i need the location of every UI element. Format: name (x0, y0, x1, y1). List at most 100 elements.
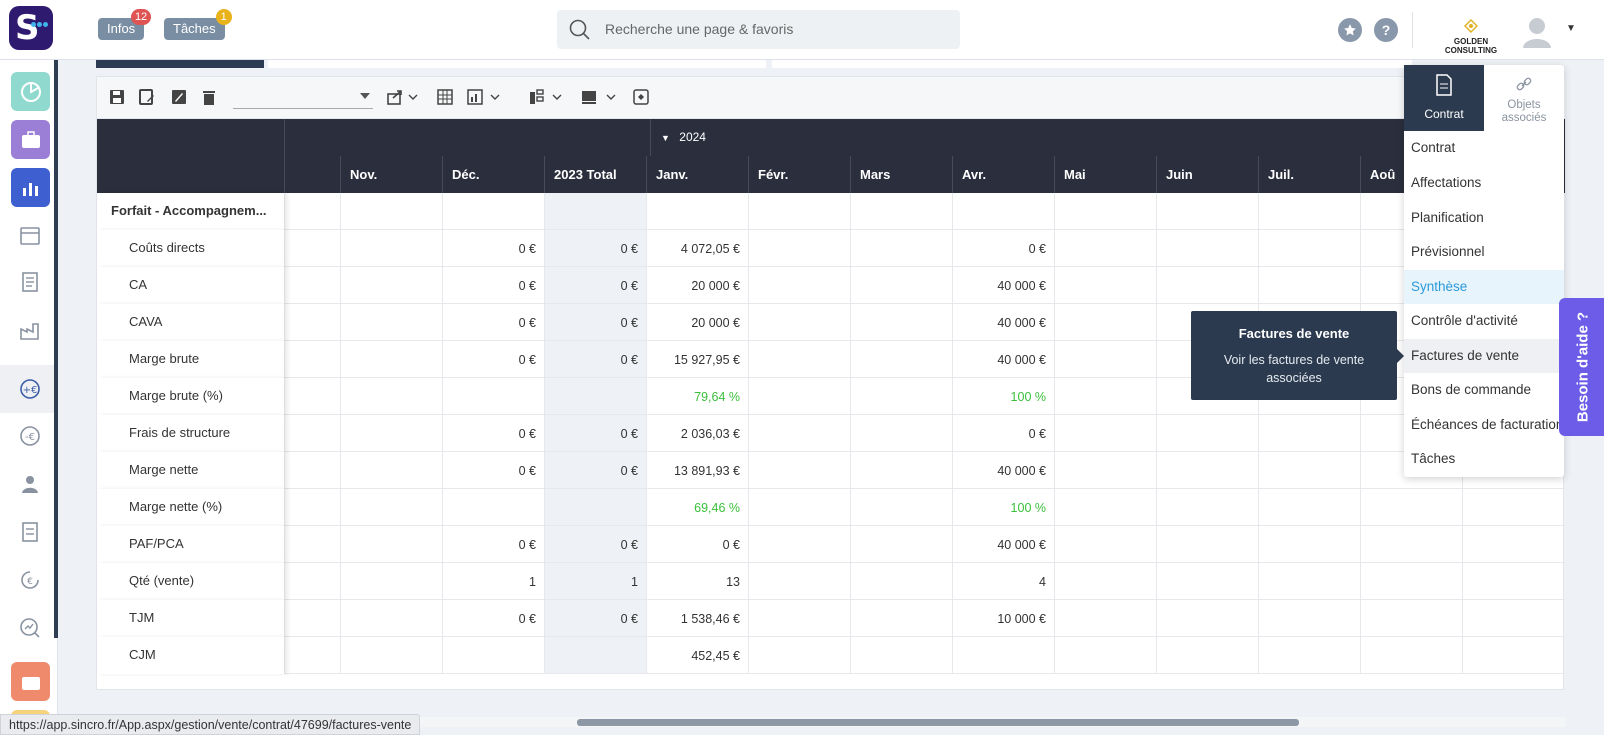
table-cell[interactable] (850, 230, 952, 267)
table-cell[interactable] (1156, 267, 1258, 304)
sidebar-item-stats[interactable] (11, 168, 50, 207)
infos-button[interactable]: Infos 12 (98, 9, 152, 40)
col-header[interactable]: Nov. (340, 156, 442, 193)
table-cell[interactable] (340, 341, 442, 378)
table-cell[interactable]: 0 € (442, 526, 544, 563)
table-cell[interactable] (850, 637, 952, 674)
chart-view-button[interactable] (467, 89, 501, 107)
table-cell[interactable] (340, 600, 442, 637)
table-cell[interactable] (1258, 415, 1360, 452)
table-cell[interactable] (748, 341, 850, 378)
col-header[interactable]: Mai (1054, 156, 1156, 193)
options-button[interactable] (633, 89, 649, 107)
search-input[interactable]: Recherche une page & favoris (557, 10, 960, 49)
table-cell[interactable] (340, 489, 442, 526)
table-cell[interactable]: 20 000 € (646, 304, 748, 341)
table-cell[interactable]: 1 (442, 563, 544, 600)
table-cell[interactable]: 40 000 € (952, 341, 1054, 378)
document-list-icon[interactable] (18, 270, 42, 294)
table-cell[interactable] (1054, 600, 1156, 637)
table-cell[interactable]: 0 € (544, 526, 646, 563)
group-row-label[interactable]: Forfait - Accompagnem... (97, 193, 285, 230)
export-button[interactable] (387, 89, 419, 107)
table-cell[interactable] (748, 230, 850, 267)
table-cell[interactable] (1360, 489, 1462, 526)
row-label[interactable]: Marge nette (%) (97, 489, 285, 526)
table-cell[interactable] (850, 563, 952, 600)
row-label[interactable]: CJM (97, 637, 285, 674)
table-cell[interactable]: 0 € (544, 304, 646, 341)
table-cell[interactable] (748, 526, 850, 563)
table-cell[interactable] (1258, 526, 1360, 563)
table-cell[interactable] (340, 637, 442, 674)
menu-item-contrat[interactable]: Contrat (1404, 131, 1564, 165)
table-cell[interactable] (748, 563, 850, 600)
table-cell[interactable] (1462, 526, 1565, 563)
table-cell[interactable] (850, 526, 952, 563)
table-cell[interactable] (1258, 489, 1360, 526)
table-cell[interactable]: 0 € (544, 600, 646, 637)
table-cell[interactable]: 13 (646, 563, 748, 600)
table-cell[interactable]: 0 € (442, 230, 544, 267)
table-cell[interactable] (748, 415, 850, 452)
table-cell[interactable] (1156, 563, 1258, 600)
save-as-button[interactable] (139, 89, 155, 107)
table-cell[interactable]: 0 € (544, 341, 646, 378)
table-cell[interactable]: 1 (544, 563, 646, 600)
favorites-star-button[interactable] (1338, 18, 1362, 42)
table-cell[interactable]: 79,64 % (646, 378, 748, 415)
sidebar-scrollbar[interactable] (54, 60, 58, 638)
table-cell[interactable] (1054, 267, 1156, 304)
table-cell[interactable] (340, 378, 442, 415)
format-button[interactable] (581, 89, 617, 107)
table-cell[interactable] (1258, 452, 1360, 489)
table-cell[interactable] (442, 378, 544, 415)
app-logo[interactable]: S (9, 6, 53, 50)
table-cell[interactable]: 0 € (442, 452, 544, 489)
table-cell[interactable] (544, 637, 646, 674)
calendar-icon[interactable] (18, 223, 42, 247)
menu-item-taches[interactable]: Tâches (1404, 442, 1564, 476)
table-cell[interactable] (442, 637, 544, 674)
menu-item-bons-commande[interactable]: Bons de commande (1404, 373, 1564, 407)
table-cell[interactable] (850, 304, 952, 341)
table-cell[interactable] (748, 267, 850, 304)
table-cell[interactable] (340, 304, 442, 341)
table-cell[interactable]: 4 (952, 563, 1054, 600)
menu-item-synthese[interactable]: Synthèse (1404, 270, 1564, 304)
table-cell[interactable]: 0 € (442, 341, 544, 378)
tab-objets-associes[interactable]: Objets associés (1484, 65, 1564, 131)
table-cell[interactable]: 0 € (442, 600, 544, 637)
table-cell[interactable] (850, 489, 952, 526)
table-cell[interactable] (1156, 452, 1258, 489)
euro-cycle-icon[interactable]: € (18, 568, 42, 592)
table-cell[interactable] (850, 378, 952, 415)
row-label[interactable]: PAF/PCA (97, 526, 285, 563)
col-header[interactable]: Janv. (646, 156, 748, 193)
user-avatar[interactable] (1522, 16, 1552, 48)
table-cell[interactable] (850, 267, 952, 304)
table-cell[interactable] (748, 637, 850, 674)
table-cell[interactable] (340, 452, 442, 489)
factory-icon[interactable] (18, 318, 42, 342)
table-cell[interactable] (1258, 637, 1360, 674)
table-cell[interactable]: 1 538,46 € (646, 600, 748, 637)
table-cell[interactable] (544, 489, 646, 526)
table-cell[interactable]: 69,46 % (646, 489, 748, 526)
table-cell[interactable] (748, 304, 850, 341)
table-cell[interactable] (748, 600, 850, 637)
table-cell[interactable] (1360, 600, 1462, 637)
table-cell[interactable]: 0 € (952, 230, 1054, 267)
table-cell[interactable] (1462, 637, 1565, 674)
col-header[interactable]: Juil. (1258, 156, 1360, 193)
table-cell[interactable]: 0 € (646, 526, 748, 563)
table-cell[interactable] (1054, 341, 1156, 378)
table-cell[interactable] (850, 415, 952, 452)
table-cell[interactable] (1462, 489, 1565, 526)
table-cell[interactable] (850, 452, 952, 489)
table-cell[interactable]: 2 036,03 € (646, 415, 748, 452)
person-icon[interactable] (18, 472, 42, 496)
table-cell[interactable] (1156, 415, 1258, 452)
col-header[interactable]: Juin (1156, 156, 1258, 193)
row-label[interactable]: Marge brute (%) (97, 378, 285, 415)
